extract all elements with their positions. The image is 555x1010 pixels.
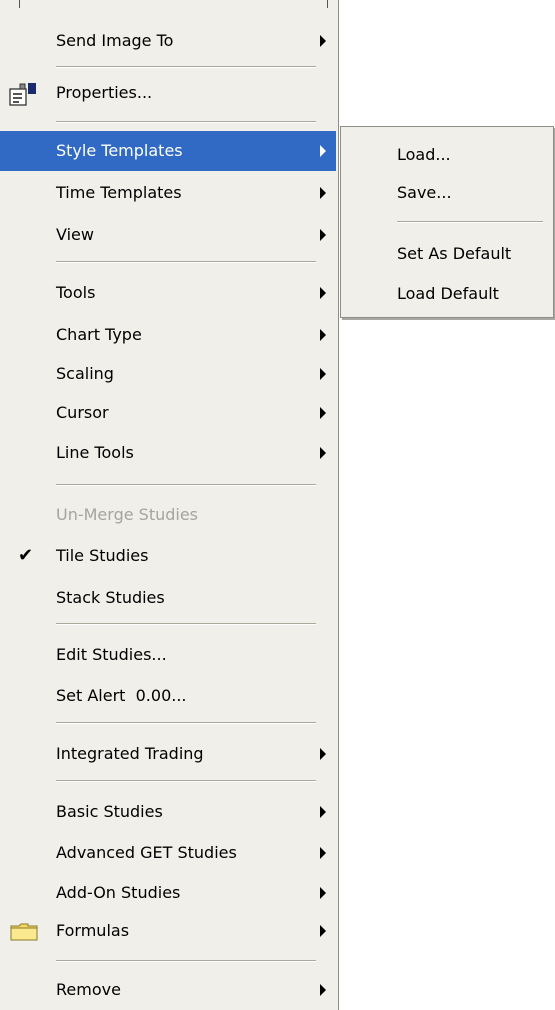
- submenu-arrow-icon: [320, 925, 326, 937]
- menu-item-basic-studies[interactable]: Basic Studies: [0, 792, 338, 832]
- submenu-separator: [397, 221, 543, 223]
- menu-item-tools[interactable]: Tools: [0, 273, 338, 313]
- menu-item-label: Time Templates: [56, 183, 182, 202]
- menu-item-label: Line Tools: [56, 443, 134, 462]
- menu-item-chart-type[interactable]: Chart Type: [0, 315, 338, 355]
- checkmark-icon: ✔: [18, 545, 34, 566]
- submenu-arrow-icon: [320, 329, 326, 341]
- menu-item-label: Tile Studies: [56, 546, 149, 565]
- menu-item-label: Scaling: [56, 364, 114, 383]
- submenu-arrow-icon: [320, 984, 326, 996]
- menu-item-label: View: [56, 225, 94, 244]
- menu-item-label: Style Templates: [56, 141, 183, 160]
- menu-item-label: Chart Type: [56, 325, 142, 344]
- menu-item-integrated-trading[interactable]: Integrated Trading: [0, 734, 338, 774]
- menu-item-add-on-studies[interactable]: Add-On Studies: [0, 873, 338, 913]
- submenu-item-load[interactable]: Load...: [341, 135, 553, 175]
- menu-separator: [56, 121, 316, 123]
- menu-item-label: Advanced GET Studies: [56, 843, 237, 862]
- submenu-arrow-icon: [320, 447, 326, 459]
- submenu-arrow-icon: [320, 748, 326, 760]
- menu-item-label: Properties...: [56, 83, 153, 102]
- menu-item-formulas[interactable]: Formulas: [0, 911, 338, 951]
- menu-separator: [56, 66, 316, 68]
- menu-item-label: Integrated Trading: [56, 744, 204, 763]
- menu-top-tick: [327, 0, 328, 8]
- submenu-arrow-icon: [320, 847, 326, 859]
- menu-separator: [56, 780, 316, 782]
- menu-separator: [56, 722, 316, 724]
- menu-item-label: Stack Studies: [56, 588, 165, 607]
- submenu-item-save[interactable]: Save...: [341, 173, 553, 213]
- properties-icon: [8, 82, 38, 110]
- menu-item-label: Basic Studies: [56, 802, 163, 821]
- submenu-arrow-icon: [320, 407, 326, 419]
- menu-item-time-templates[interactable]: Time Templates: [0, 173, 338, 213]
- submenu-item-label: Set As Default: [397, 244, 512, 263]
- menu-item-label: Remove: [56, 980, 121, 999]
- menu-item-label: Formulas: [56, 921, 130, 940]
- submenu-item-label: Load Default: [397, 284, 499, 303]
- menu-item-cursor[interactable]: Cursor: [0, 393, 338, 433]
- menu-separator: [56, 484, 316, 486]
- menu-item-label: Edit Studies...: [56, 645, 167, 664]
- folder-icon: [10, 923, 38, 945]
- menu-item-label: Set Alert 0.00...: [56, 686, 187, 705]
- submenu-arrow-icon: [320, 887, 326, 899]
- submenu-arrow-icon: [320, 806, 326, 818]
- submenu-arrow-icon: [320, 229, 326, 241]
- menu-item-stack-studies[interactable]: Stack Studies: [0, 578, 338, 618]
- menu-separator: [56, 960, 316, 962]
- menu-item-edit-studies[interactable]: Edit Studies...: [0, 635, 338, 675]
- context-menu: Send Image To Properties... Style Templa…: [0, 0, 339, 1010]
- submenu-arrow-icon: [320, 35, 326, 47]
- menu-item-label: Send Image To: [56, 31, 174, 50]
- submenu-item-load-default[interactable]: Load Default: [341, 274, 553, 314]
- menu-separator: [56, 623, 316, 625]
- menu-item-line-tools[interactable]: Line Tools: [0, 433, 338, 473]
- menu-item-label: Cursor: [56, 403, 109, 422]
- submenu-item-label: Load...: [397, 145, 451, 164]
- menu-item-view[interactable]: View: [0, 215, 338, 255]
- menu-item-remove[interactable]: Remove: [0, 970, 338, 1010]
- submenu-arrow-icon: [320, 145, 326, 157]
- submenu-item-label: Save...: [397, 183, 452, 202]
- submenu-arrow-icon: [320, 368, 326, 380]
- menu-separator: [56, 261, 316, 263]
- menu-top-tick: [19, 0, 20, 8]
- menu-item-style-templates[interactable]: Style Templates: [0, 131, 336, 171]
- submenu-arrow-icon: [320, 187, 326, 199]
- submenu-arrow-icon: [320, 287, 326, 299]
- submenu-item-set-as-default[interactable]: Set As Default: [341, 234, 553, 274]
- menu-item-label: Un-Merge Studies: [56, 505, 199, 524]
- style-templates-submenu: Load... Save... Set As Default Load Defa…: [340, 126, 554, 318]
- menu-item-send-image-to[interactable]: Send Image To: [0, 21, 338, 61]
- menu-item-un-merge-studies: Un-Merge Studies: [0, 495, 338, 535]
- menu-item-advanced-get-studies[interactable]: Advanced GET Studies: [0, 833, 338, 873]
- menu-item-label: Add-On Studies: [56, 883, 181, 902]
- menu-item-set-alert[interactable]: Set Alert 0.00...: [0, 676, 338, 716]
- menu-item-properties[interactable]: Properties...: [0, 73, 338, 113]
- menu-item-tile-studies[interactable]: ✔ Tile Studies: [0, 536, 338, 576]
- menu-item-scaling[interactable]: Scaling: [0, 354, 338, 394]
- menu-item-label: Tools: [56, 283, 96, 302]
